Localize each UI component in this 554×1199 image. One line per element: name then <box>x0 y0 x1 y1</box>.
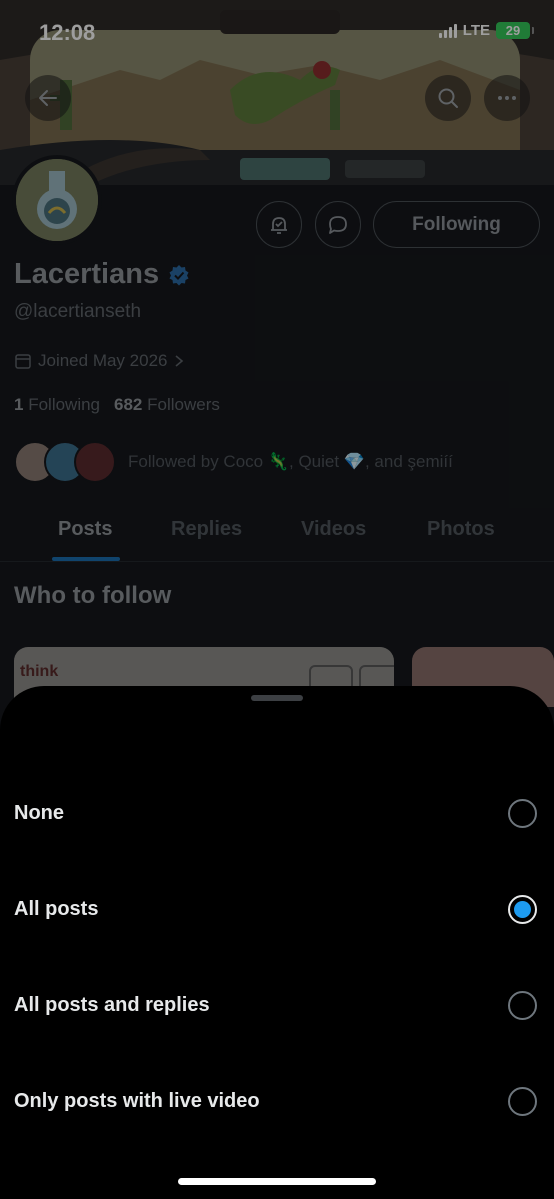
notification-settings-sheet: None All posts All posts and replies Onl… <box>0 686 554 1199</box>
option-all-posts-and-replies[interactable]: All posts and replies <box>0 975 554 1035</box>
sheet-grabber[interactable] <box>251 695 303 701</box>
home-indicator[interactable] <box>178 1178 376 1185</box>
radio-button[interactable] <box>508 798 537 828</box>
option-label: All posts <box>14 897 99 920</box>
radio-button[interactable] <box>508 990 537 1020</box>
option-label: All posts and replies <box>14 993 210 1016</box>
option-label: Only posts with live video <box>14 1089 260 1112</box>
option-all-posts[interactable]: All posts <box>0 879 554 939</box>
radio-button-selected[interactable] <box>508 894 537 924</box>
option-none[interactable]: None <box>0 783 554 843</box>
option-label: None <box>14 801 64 824</box>
option-live-video-only[interactable]: Only posts with live video <box>0 1071 554 1131</box>
radio-button[interactable] <box>508 1086 537 1116</box>
